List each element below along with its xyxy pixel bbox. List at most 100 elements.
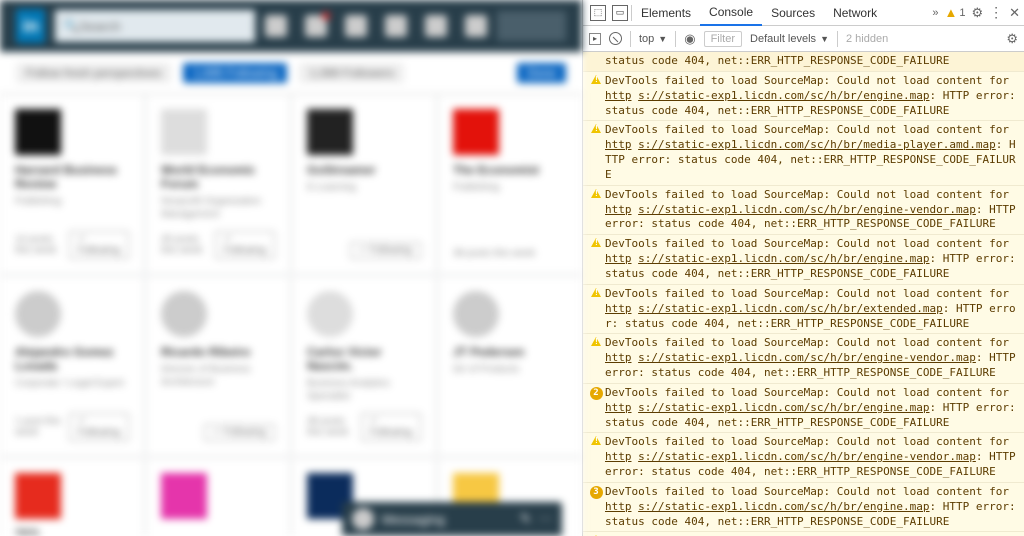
jobs-icon[interactable]: [345, 15, 367, 37]
hidden-count[interactable]: 2 hidden: [846, 33, 888, 45]
linkedin-page: in 🔍 Search Follow fresh perspectives 1,…: [0, 0, 582, 536]
linkedin-logo-icon[interactable]: in: [16, 9, 45, 43]
console-log-row: DevTools failed to load SourceMap: Could…: [583, 235, 1024, 285]
devtools-panel: ⬚ ▭ Elements Console Sources Network » ▲…: [582, 0, 1024, 536]
sourcemap-link[interactable]: http: [605, 138, 632, 151]
kebab-icon[interactable]: ⋮: [989, 4, 1003, 21]
sourcemap-link[interactable]: s://static-exp1.licdn.com/sc/h/br/engine…: [638, 500, 929, 513]
card-subtitle: Director of Business Architecture: [161, 363, 275, 389]
warning-badge[interactable]: ▲1: [944, 5, 965, 20]
sourcemap-link[interactable]: http: [605, 500, 632, 513]
tab-sources[interactable]: Sources: [762, 0, 824, 26]
sourcemap-link[interactable]: s://static-exp1.licdn.com/sc/h/br/engine…: [638, 351, 976, 364]
sourcemap-link[interactable]: s://static-exp1.licdn.com/sc/h/br/engine…: [638, 450, 976, 463]
card-posts: 1 post this week: [15, 416, 69, 438]
follow-card: GoStreamerE-Learning✓ Following: [292, 94, 436, 274]
sourcemap-link[interactable]: http: [605, 401, 632, 414]
card-posts: 38 posts this week: [453, 248, 535, 259]
context-selector[interactable]: top▼: [639, 33, 667, 45]
sourcemap-link[interactable]: http: [605, 302, 632, 315]
count-badge: 2: [590, 387, 603, 400]
sourcemap-link[interactable]: http: [605, 89, 632, 102]
follow-card: JT Pedersen Dir of Products: [438, 276, 582, 456]
tab-elements[interactable]: Elements: [632, 0, 700, 26]
separator: [630, 31, 631, 47]
follow-card: Alejandro Gomez LosadaCorporate / Legal …: [0, 276, 144, 456]
card-name: JT Pedersen: [453, 345, 567, 359]
card-avatar: [307, 109, 353, 155]
me-icon[interactable]: [465, 15, 487, 37]
console-log-row: DevTools failed to load SourceMap: Could…: [583, 334, 1024, 384]
sub-nav: Follow fresh perspectives 1,695 Followin…: [0, 52, 582, 94]
sourcemap-link[interactable]: http: [605, 203, 632, 216]
card-avatar: [15, 109, 61, 155]
card-avatar: [161, 109, 207, 155]
compose-icon[interactable]: ✎: [520, 511, 531, 527]
card-subtitle: Dir of Products: [453, 363, 567, 376]
card-subtitle: Publishing: [15, 195, 129, 208]
sidebar-toggle-icon[interactable]: ▸: [589, 33, 601, 45]
following-button[interactable]: ✓ Following: [69, 413, 129, 441]
inspect-icon[interactable]: ⬚: [590, 5, 606, 21]
card-subtitle: E-Learning: [307, 181, 421, 194]
more-tabs-icon[interactable]: »: [932, 7, 938, 19]
card-subtitle: Business Analytics Specialist: [307, 377, 421, 403]
sourcemap-link[interactable]: s://static-exp1.licdn.com/sc/h/br/engine…: [638, 89, 929, 102]
tab-console[interactable]: Console: [700, 0, 762, 26]
tab-followers[interactable]: 1,089 Followers: [299, 63, 404, 83]
tab-network[interactable]: Network: [824, 0, 886, 26]
messaging-icon[interactable]: [385, 15, 407, 37]
premium-box[interactable]: [497, 11, 566, 41]
count-badge: 3: [590, 486, 603, 499]
following-button[interactable]: ✓ Following: [215, 231, 275, 259]
console-log-row: DevTools failed to load SourceMap: Could…: [583, 532, 1024, 536]
log-text: DevTools failed to load SourceMap: Could…: [605, 485, 1018, 530]
done-button[interactable]: Done: [517, 63, 566, 83]
warning-icon: [591, 238, 601, 247]
warning-icon: [591, 75, 601, 84]
sourcemap-link[interactable]: s://static-exp1.licdn.com/sc/h/br/extend…: [638, 302, 943, 315]
more-icon[interactable]: ⋯: [539, 511, 552, 527]
follow-card: Carlos Victor Nascim.Business Analytics …: [292, 276, 436, 456]
gear-icon[interactable]: ⚙: [971, 5, 983, 21]
following-button[interactable]: ✓ Following: [69, 231, 129, 259]
follow-card: [146, 458, 290, 536]
console-log-row: DevTools failed to load SourceMap: Could…: [583, 186, 1024, 236]
live-expression-icon[interactable]: ◉: [684, 31, 695, 47]
clear-console-icon[interactable]: [609, 32, 622, 45]
tab-following[interactable]: 1,695 Following: [183, 63, 287, 83]
home-icon[interactable]: [265, 15, 287, 37]
avatar-icon: [352, 508, 374, 530]
console-log-row: status code 404, net::ERR_HTTP_RESPONSE_…: [583, 52, 1024, 72]
card-subtitle: Corporate / Legal Expert: [15, 377, 129, 390]
console-log-row: DevTools failed to load SourceMap: Could…: [583, 433, 1024, 483]
console-log-row: DevTools failed to load SourceMap: Could…: [583, 121, 1024, 185]
sourcemap-link[interactable]: s://static-exp1.licdn.com/sc/h/br/engine…: [638, 252, 929, 265]
card-avatar: [453, 291, 499, 337]
network-icon[interactable]: [305, 15, 327, 37]
messaging-bar[interactable]: Messaging ✎ ⋯: [342, 502, 562, 536]
sourcemap-link[interactable]: http: [605, 351, 632, 364]
notifications-icon[interactable]: [425, 15, 447, 37]
card-avatar: [15, 473, 61, 519]
sourcemap-link[interactable]: s://static-exp1.licdn.com/sc/h/br/media-…: [638, 138, 996, 151]
tab-perspectives[interactable]: Follow fresh perspectives: [16, 63, 171, 83]
console-settings-icon[interactable]: ⚙: [1006, 31, 1018, 47]
card-name: World Economic Forum: [161, 163, 275, 191]
log-text: DevTools failed to load SourceMap: Could…: [605, 237, 1018, 282]
console-log-row: DevTools failed to load SourceMap: Could…: [583, 72, 1024, 122]
following-button[interactable]: ✓ Following: [350, 242, 421, 259]
sourcemap-link[interactable]: s://static-exp1.licdn.com/sc/h/br/engine…: [638, 203, 976, 216]
following-button[interactable]: ✓ Following: [361, 413, 421, 441]
sourcemap-link[interactable]: s://static-exp1.licdn.com/sc/h/br/engine…: [638, 401, 929, 414]
sourcemap-link[interactable]: http: [605, 252, 632, 265]
levels-selector[interactable]: Default levels▼: [750, 33, 829, 45]
close-icon[interactable]: ✕: [1009, 5, 1020, 21]
device-icon[interactable]: ▭: [612, 5, 628, 21]
sourcemap-link[interactable]: http: [605, 450, 632, 463]
search-input[interactable]: 🔍 Search: [55, 10, 255, 42]
log-text: DevTools failed to load SourceMap: Could…: [605, 336, 1018, 381]
filter-input[interactable]: Filter: [704, 31, 742, 47]
following-button[interactable]: ✓ Following: [204, 424, 275, 441]
log-text: DevTools failed to load SourceMap: Could…: [605, 74, 1018, 119]
